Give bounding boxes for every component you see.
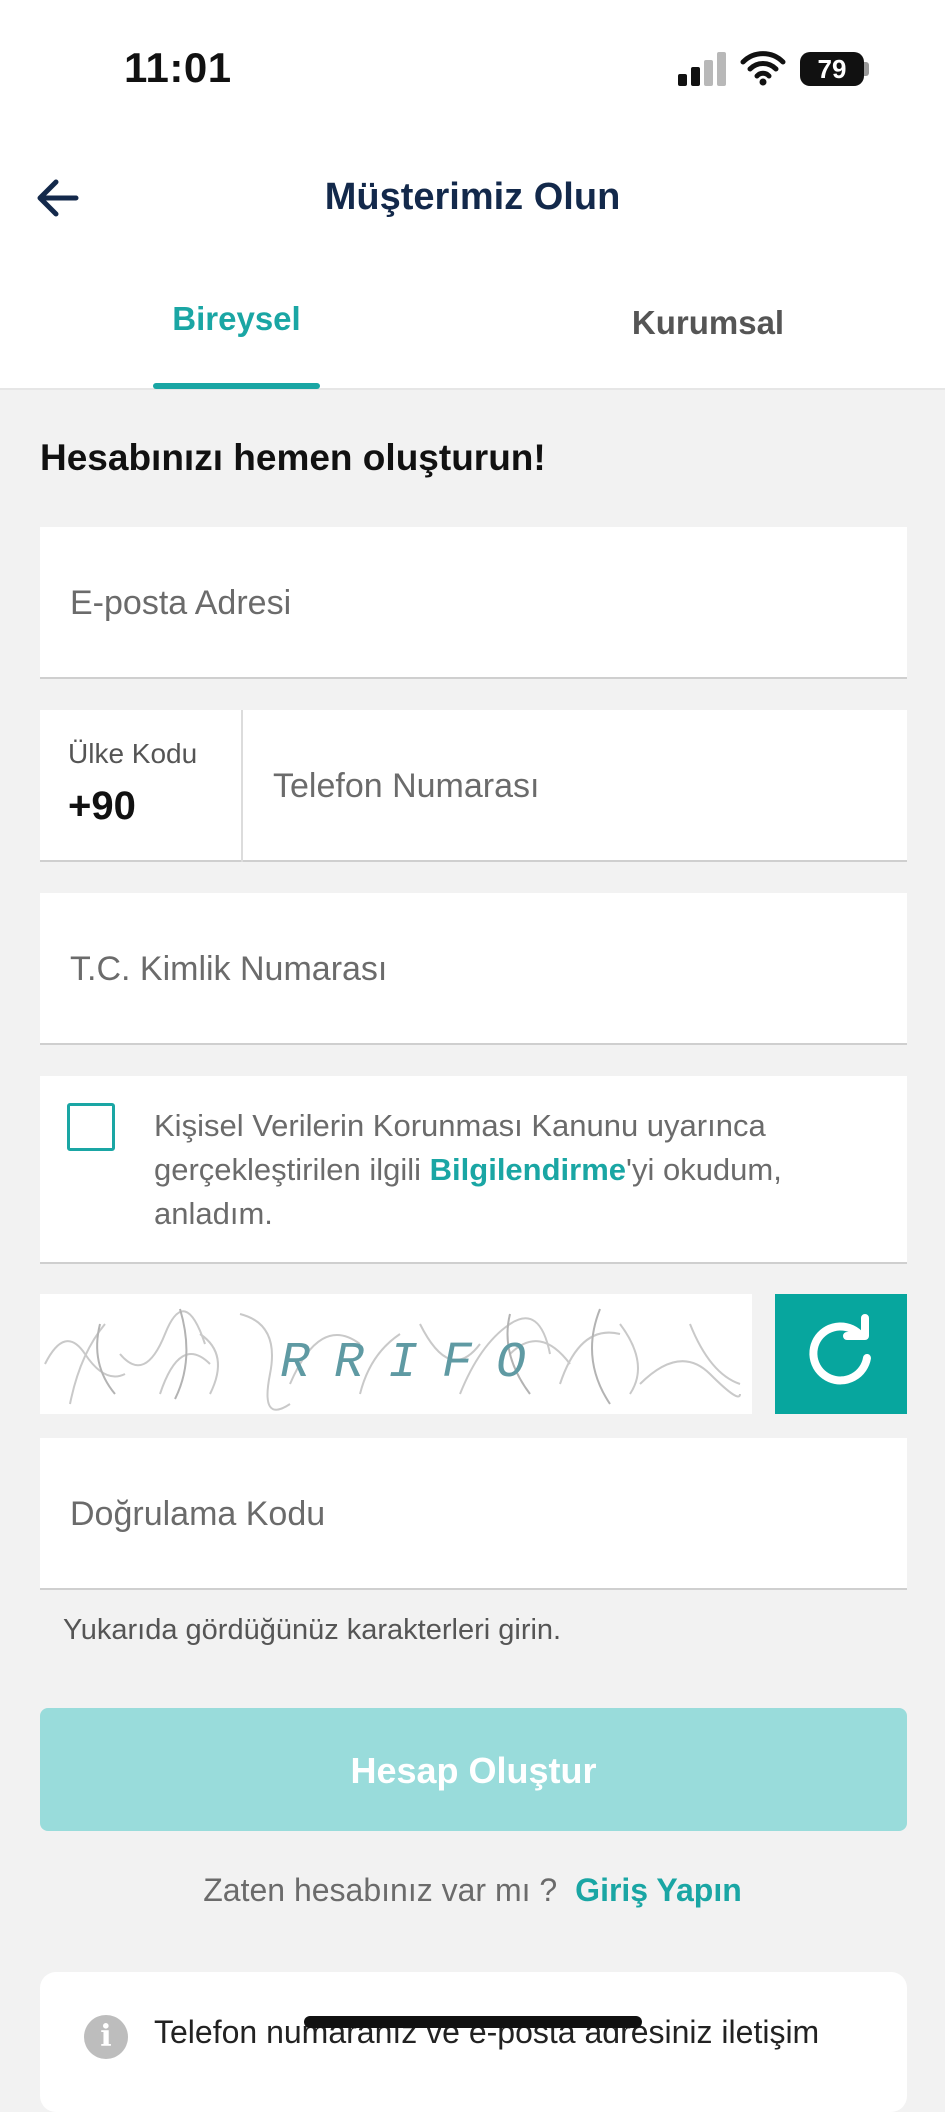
- captcha-text: RRIFO: [280, 1335, 550, 1392]
- verification-field-container: [40, 1438, 907, 1590]
- create-account-button[interactable]: Hesap Oluştur: [40, 1708, 907, 1831]
- login-question: Zaten hesabınız var mı ?: [203, 1872, 558, 1908]
- email-field-container: [40, 527, 907, 679]
- consent-checkbox[interactable]: [67, 1103, 115, 1151]
- country-code-label: Ülke Kodu: [68, 738, 198, 769]
- country-code-select[interactable]: +90: [68, 784, 136, 829]
- tab-bireysel[interactable]: Bireysel: [153, 300, 320, 338]
- refresh-icon: [809, 1314, 871, 1385]
- email-input[interactable]: [68, 527, 883, 679]
- tc-id-input[interactable]: [68, 893, 883, 1045]
- phone-input-wrap: [243, 710, 907, 862]
- page-title: Müşterimiz Olun: [324, 176, 621, 218]
- active-tab-indicator: [153, 383, 320, 389]
- status-time: 11:01: [124, 44, 232, 91]
- tab-kurumsal[interactable]: Kurumsal: [608, 304, 808, 342]
- phone-input[interactable]: [271, 710, 883, 862]
- wifi-icon: [740, 51, 786, 86]
- home-indicator: [304, 2016, 642, 2028]
- tc-field-container: [40, 893, 907, 1045]
- battery-cap: [864, 62, 869, 76]
- info-icon: i: [84, 2015, 128, 2059]
- refresh-captcha-button[interactable]: [775, 1294, 907, 1414]
- consent-text: Kişisel Verilerin Korunması Kanunu uyarı…: [154, 1104, 844, 1236]
- login-row: Zaten hesabınız var mı ? Giriş Yapın: [0, 1872, 945, 1909]
- captcha-image: RRIFO: [40, 1294, 752, 1414]
- signal-icon: [678, 52, 728, 86]
- battery-icon: 79: [800, 52, 864, 86]
- bilgilendirme-link[interactable]: Bilgilendirme: [430, 1152, 626, 1187]
- login-link[interactable]: Giriş Yapın: [575, 1872, 742, 1908]
- form-heading: Hesabınızı hemen oluşturun!: [40, 437, 546, 478]
- verification-code-input[interactable]: [68, 1438, 883, 1590]
- verification-hint: Yukarıda gördüğünüz karakterleri girin.: [63, 1614, 562, 1646]
